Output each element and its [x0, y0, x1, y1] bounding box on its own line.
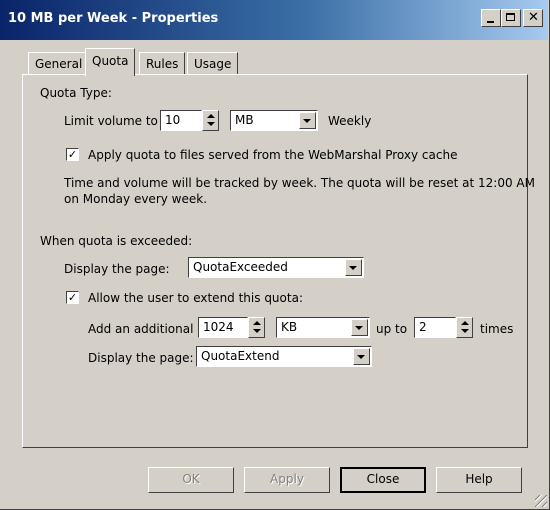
- help-button[interactable]: Help: [436, 467, 522, 493]
- extend-page-select[interactable]: QuotaExtend: [196, 346, 372, 367]
- unit-select[interactable]: MB: [230, 110, 318, 131]
- display-page-label: Display the page:: [64, 262, 170, 276]
- apply-proxy-checkbox[interactable]: ✓: [66, 148, 79, 161]
- info-text-line1: Time and volume will be tracked by week.…: [64, 176, 535, 190]
- quota-type-heading: Quota Type:: [40, 86, 112, 100]
- add-additional-label: Add an additional: [88, 322, 194, 336]
- resize-grip[interactable]: [535, 495, 547, 507]
- up-to-spinner[interactable]: [456, 317, 473, 338]
- title-bar[interactable]: 10 MB per Week - Properties ✕: [0, 0, 548, 40]
- times-label: times: [480, 322, 514, 336]
- chevron-down-icon[interactable]: [345, 259, 362, 276]
- tab-quota[interactable]: Quota: [85, 48, 136, 76]
- close-window-button[interactable]: ✕: [523, 9, 543, 27]
- chevron-down-icon[interactable]: [299, 112, 316, 129]
- maximize-button[interactable]: [501, 9, 521, 27]
- display-page-value: QuotaExceeded: [193, 260, 288, 274]
- display-page-select[interactable]: QuotaExceeded: [188, 257, 364, 278]
- tab-general[interactable]: General: [28, 52, 90, 74]
- tab-rules[interactable]: Rules: [139, 52, 186, 74]
- minimize-button[interactable]: [481, 9, 501, 27]
- up-to-label: up to: [376, 322, 408, 336]
- chevron-down-icon[interactable]: [353, 348, 370, 365]
- limit-volume-label: Limit volume to: [64, 114, 158, 128]
- close-button[interactable]: Close: [340, 467, 426, 493]
- limit-volume-input[interactable]: 10: [160, 110, 202, 131]
- allow-extend-label: Allow the user to extend this quota:: [88, 291, 303, 305]
- up-to-input[interactable]: 2: [414, 317, 456, 338]
- add-additional-input[interactable]: 1024: [198, 317, 248, 338]
- window-title: 10 MB per Week - Properties: [8, 11, 219, 26]
- add-additional-spinner[interactable]: [248, 317, 265, 338]
- unit-select-value: MB: [235, 113, 254, 127]
- info-text-line2: on Monday every week.: [64, 192, 208, 206]
- add-unit-value: KB: [281, 320, 298, 334]
- extend-page-value: QuotaExtend: [201, 349, 280, 363]
- ok-button[interactable]: OK: [148, 467, 234, 493]
- add-unit-select[interactable]: KB: [276, 317, 370, 338]
- close-icon: ✕: [528, 10, 539, 25]
- limit-volume-spinner[interactable]: [202, 110, 219, 131]
- exceeded-heading: When quota is exceeded:: [40, 234, 193, 248]
- apply-proxy-label: Apply quota to files served from the Web…: [88, 148, 458, 162]
- allow-extend-checkbox[interactable]: ✓: [66, 291, 79, 304]
- tab-usage[interactable]: Usage: [187, 52, 239, 74]
- chevron-down-icon[interactable]: [351, 319, 368, 336]
- period-label: Weekly: [328, 114, 372, 128]
- apply-button[interactable]: Apply: [244, 467, 330, 493]
- extend-page-label: Display the page:: [88, 351, 194, 365]
- properties-dialog: 10 MB per Week - Properties ✕ General Qu…: [0, 0, 550, 510]
